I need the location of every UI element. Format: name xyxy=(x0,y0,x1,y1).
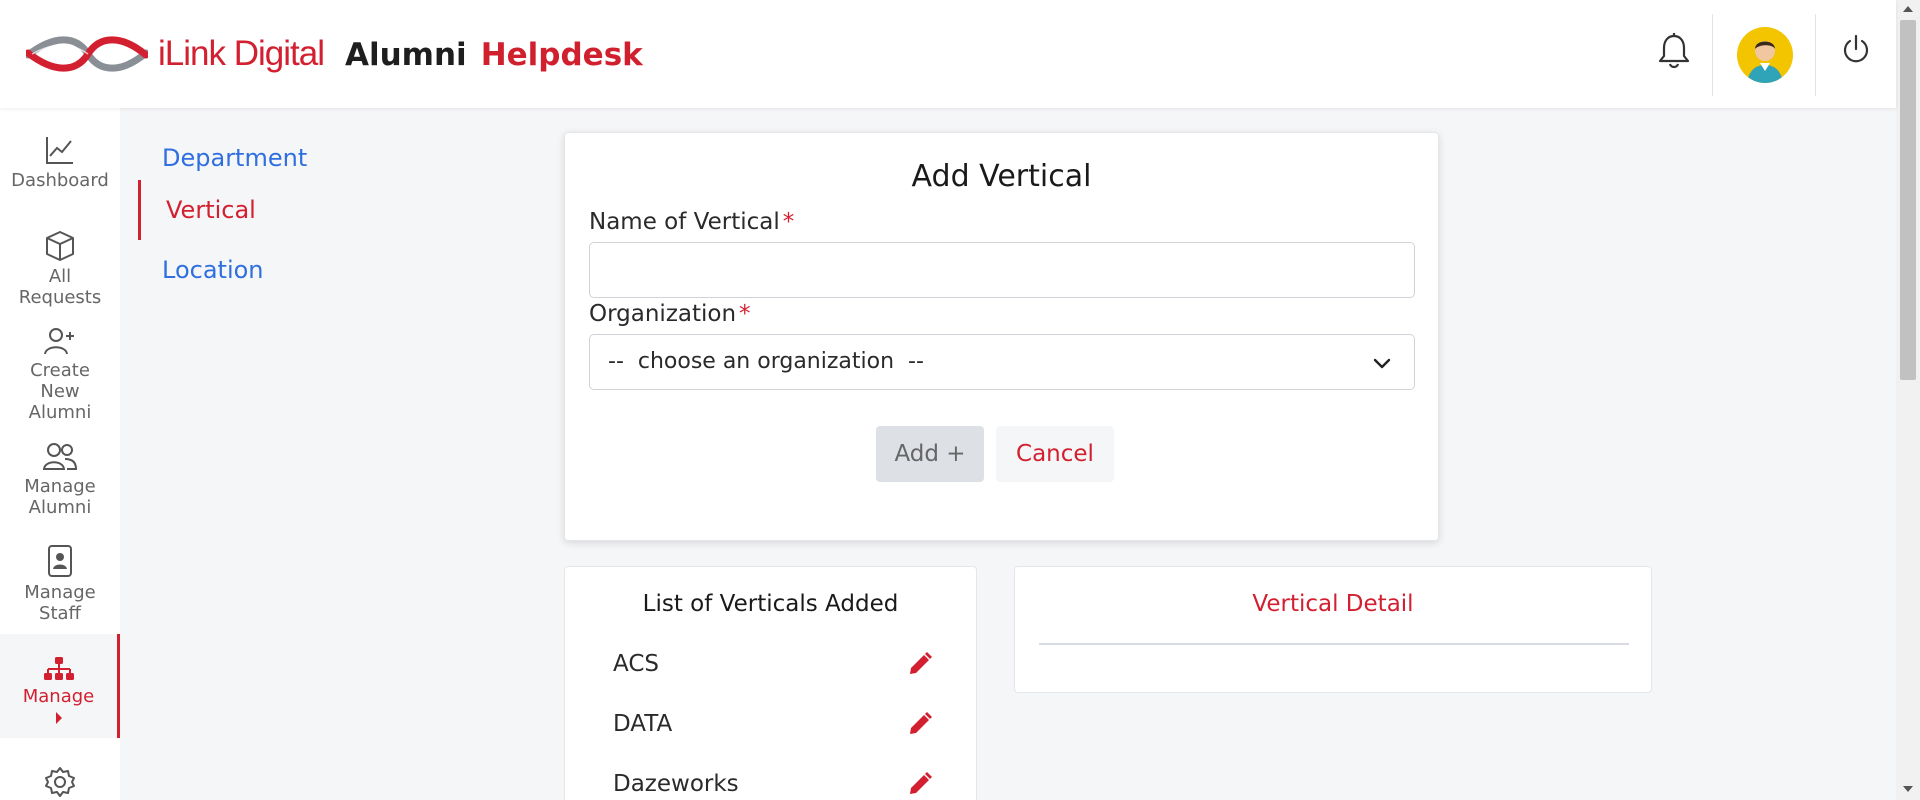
sidebar-item-manage[interactable]: Manage xyxy=(0,634,120,738)
sidebar: Dashboard All Requests Create New Alumni… xyxy=(0,108,120,800)
sidebar-item-label: Dashboard xyxy=(11,170,109,191)
pencil-icon[interactable] xyxy=(907,651,933,677)
chart-line-icon xyxy=(46,137,73,164)
sidebar-item-label: Manage xyxy=(22,686,95,707)
add-button[interactable]: Add + xyxy=(876,426,984,482)
top-header: iLink Digital Alumni Helpdesk xyxy=(0,0,1896,108)
user-avatar[interactable] xyxy=(1737,27,1793,83)
power-icon[interactable] xyxy=(1841,34,1871,66)
name-of-vertical-label: Name of Vertical * xyxy=(589,209,794,235)
sidebar-item-all-requests[interactable]: All Requests xyxy=(0,230,120,308)
verticals-list-card: List of Verticals Added ACS DATA Dazewor… xyxy=(564,566,977,800)
scroll-up-arrow-icon[interactable] xyxy=(1903,6,1913,12)
subnav-item-department[interactable]: Department xyxy=(138,128,398,188)
scroll-down-arrow-icon[interactable] xyxy=(1903,786,1913,792)
cancel-button[interactable]: Cancel xyxy=(996,426,1114,482)
users-icon xyxy=(43,443,77,470)
caret-right-icon xyxy=(55,712,62,724)
subnav-item-vertical[interactable]: Vertical xyxy=(138,180,398,240)
required-asterisk: * xyxy=(782,209,795,235)
organization-label: Organization * xyxy=(589,301,751,327)
list-item: DATA xyxy=(613,705,933,745)
sidebar-item-create-new-alumni[interactable]: Create New Alumni xyxy=(0,326,120,423)
list-title: List of Verticals Added xyxy=(642,591,899,617)
app-title: Alumni Helpdesk xyxy=(345,36,643,74)
sidebar-item-manage-staff[interactable]: Manage Staff xyxy=(0,544,120,624)
org-chart-icon xyxy=(43,657,74,680)
app-title-helpdesk: Helpdesk xyxy=(480,37,643,73)
vertical-name: Dazeworks xyxy=(613,771,739,797)
avatar-person-icon xyxy=(1747,41,1783,83)
bell-icon[interactable] xyxy=(1657,32,1691,70)
form-title: Add Vertical xyxy=(911,159,1092,194)
sidebar-item-manage-alumni[interactable]: Manage Alumni xyxy=(0,442,120,518)
logo[interactable]: iLink Digital xyxy=(26,34,325,74)
scrollbar-thumb[interactable] xyxy=(1900,20,1916,380)
subnav-item-location[interactable]: Location xyxy=(138,240,398,300)
sidebar-item-label: Manage Staff xyxy=(24,582,96,624)
sidebar-item-label: Create New Alumni xyxy=(28,360,92,423)
box-icon xyxy=(46,231,74,261)
pencil-icon[interactable] xyxy=(907,711,933,737)
organization-select-value: -- choose an organization -- xyxy=(608,349,924,374)
vertical-name: DATA xyxy=(613,711,673,737)
brand-name: iLink Digital xyxy=(158,34,325,73)
sidebar-item-label: Manage Alumni xyxy=(24,476,96,518)
sidebar-item-settings[interactable] xyxy=(0,766,120,800)
pencil-icon[interactable] xyxy=(907,771,933,797)
app-title-alumni: Alumni xyxy=(345,37,467,73)
organization-select[interactable]: -- choose an organization -- xyxy=(589,334,1415,390)
required-asterisk: * xyxy=(739,301,751,327)
vertical-name: ACS xyxy=(613,651,659,677)
header-divider xyxy=(1712,14,1713,96)
sidebar-item-dashboard[interactable]: Dashboard xyxy=(0,134,120,191)
organization-label-text: Organization xyxy=(589,301,737,327)
chevron-down-icon xyxy=(1373,358,1391,369)
header-divider xyxy=(1815,14,1816,96)
detail-title: Vertical Detail xyxy=(1252,591,1414,617)
name-of-vertical-label-text: Name of Vertical xyxy=(589,209,780,235)
vertical-detail-card: Vertical Detail xyxy=(1014,566,1652,693)
user-plus-icon xyxy=(44,328,74,355)
list-item: Dazeworks xyxy=(613,765,933,800)
vertical-name-input[interactable] xyxy=(589,242,1415,298)
list-item: ACS xyxy=(613,645,933,685)
add-vertical-card: Add Vertical Name of Vertical * Organizat… xyxy=(564,132,1439,541)
logo-swirl-icon xyxy=(26,36,148,72)
id-badge-icon xyxy=(48,545,72,577)
sidebar-item-label: All Requests xyxy=(18,266,102,308)
page-scrollbar[interactable] xyxy=(1896,0,1920,800)
gear-icon xyxy=(45,767,75,797)
divider xyxy=(1039,643,1629,645)
